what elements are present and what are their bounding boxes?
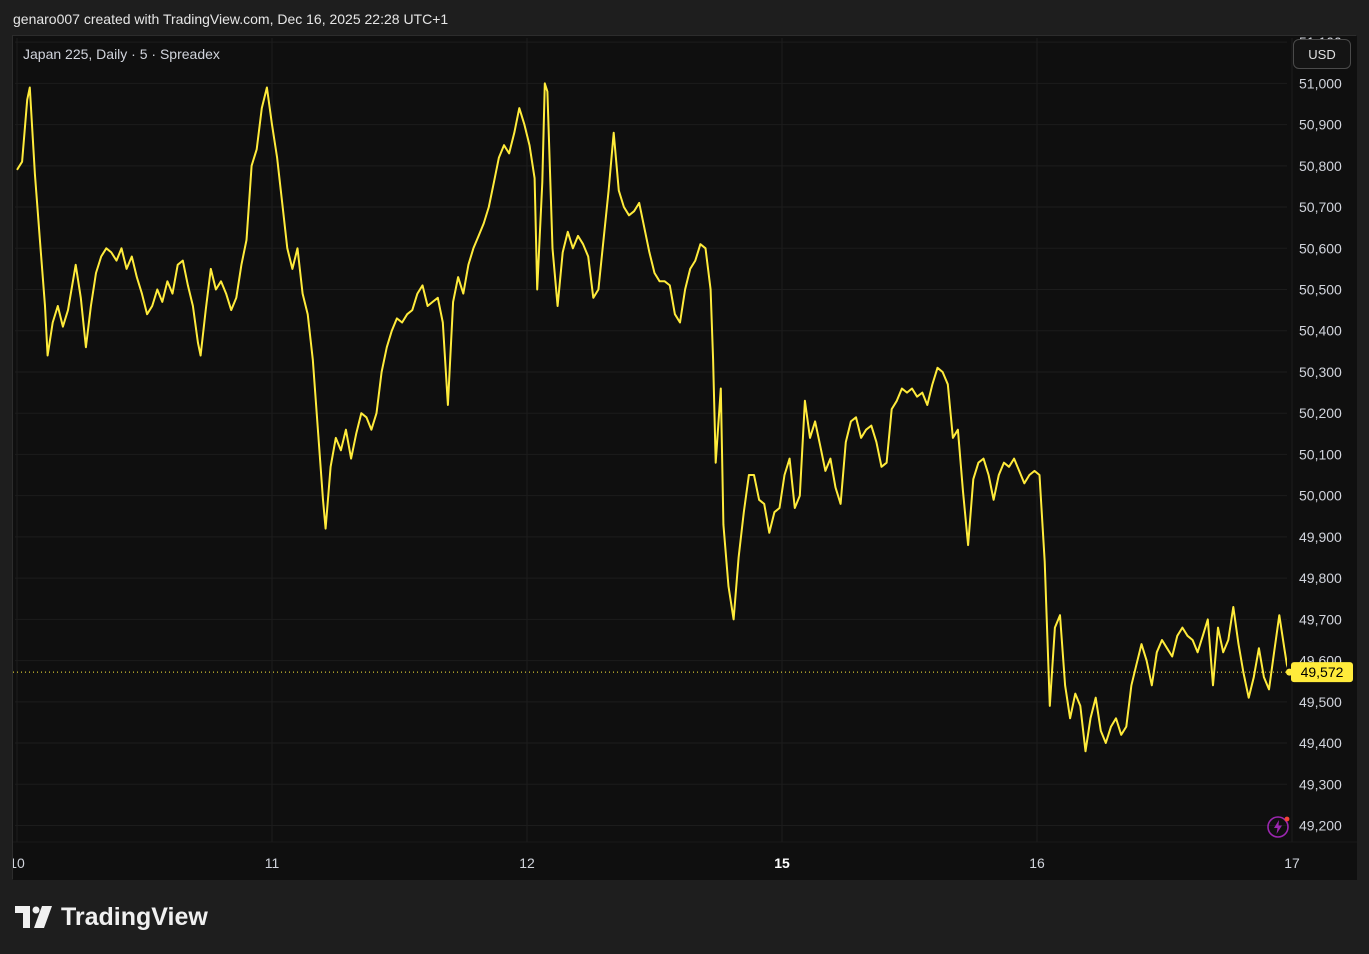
tradingview-logo-icon	[15, 906, 52, 928]
y-tick-label: 50,300	[1299, 364, 1342, 380]
y-tick-label: 49,300	[1299, 776, 1342, 792]
x-tick-label: 11	[265, 855, 280, 871]
y-tick-label: 49,700	[1299, 611, 1342, 627]
chart-credit: genaro007 created with TradingView.com, …	[13, 11, 449, 27]
y-tick-label: 50,500	[1299, 282, 1342, 298]
currency-button[interactable]: USD	[1293, 39, 1351, 69]
y-tick-label: 49,800	[1299, 570, 1342, 586]
y-tick-label: 49,200	[1299, 818, 1342, 834]
chart-panel[interactable]: 49,200 49,300 49,400 49,500 49,600 49,700 49,8…	[12, 35, 1357, 880]
y-tick-label: 50,800	[1299, 158, 1342, 174]
y-tick-label: 50,400	[1299, 323, 1342, 339]
y-tick-label: 49,900	[1299, 529, 1342, 545]
x-tick-label: 10	[13, 855, 25, 871]
lightning-circle-icon[interactable]	[1266, 815, 1290, 839]
y-tick-label: 50,600	[1299, 240, 1342, 256]
footer-logo[interactable]: TradingView	[15, 900, 208, 934]
brand-wordmark: TradingView	[61, 902, 208, 931]
top-bar: genaro007 created with TradingView.com, …	[0, 0, 1369, 36]
y-tick-label: 49,500	[1299, 694, 1342, 710]
price-chart[interactable]: 49,20049,30049,40049,50049,60049,70049,8…	[13, 36, 1357, 880]
y-tick-label: 50,000	[1299, 488, 1342, 504]
y-tick-label: 50,100	[1299, 446, 1342, 462]
y-tick-label: 50,700	[1299, 199, 1342, 215]
y-tick-label: 50,200	[1299, 405, 1342, 421]
symbol-title[interactable]: Japan 225, Daily · 5 · Spreadex	[23, 46, 220, 62]
plot-background	[13, 36, 1357, 880]
y-tick-label: 49,400	[1299, 735, 1342, 751]
x-tick-label: 12	[519, 855, 535, 871]
y-tick-label: 50,900	[1299, 117, 1342, 133]
x-tick-label: 16	[1029, 855, 1045, 871]
x-tick-label: 17	[1284, 855, 1300, 871]
y-tick-label: 51,000	[1299, 75, 1342, 91]
x-tick-label: 15	[774, 855, 790, 871]
last-price-label: 49,572	[1301, 664, 1344, 680]
